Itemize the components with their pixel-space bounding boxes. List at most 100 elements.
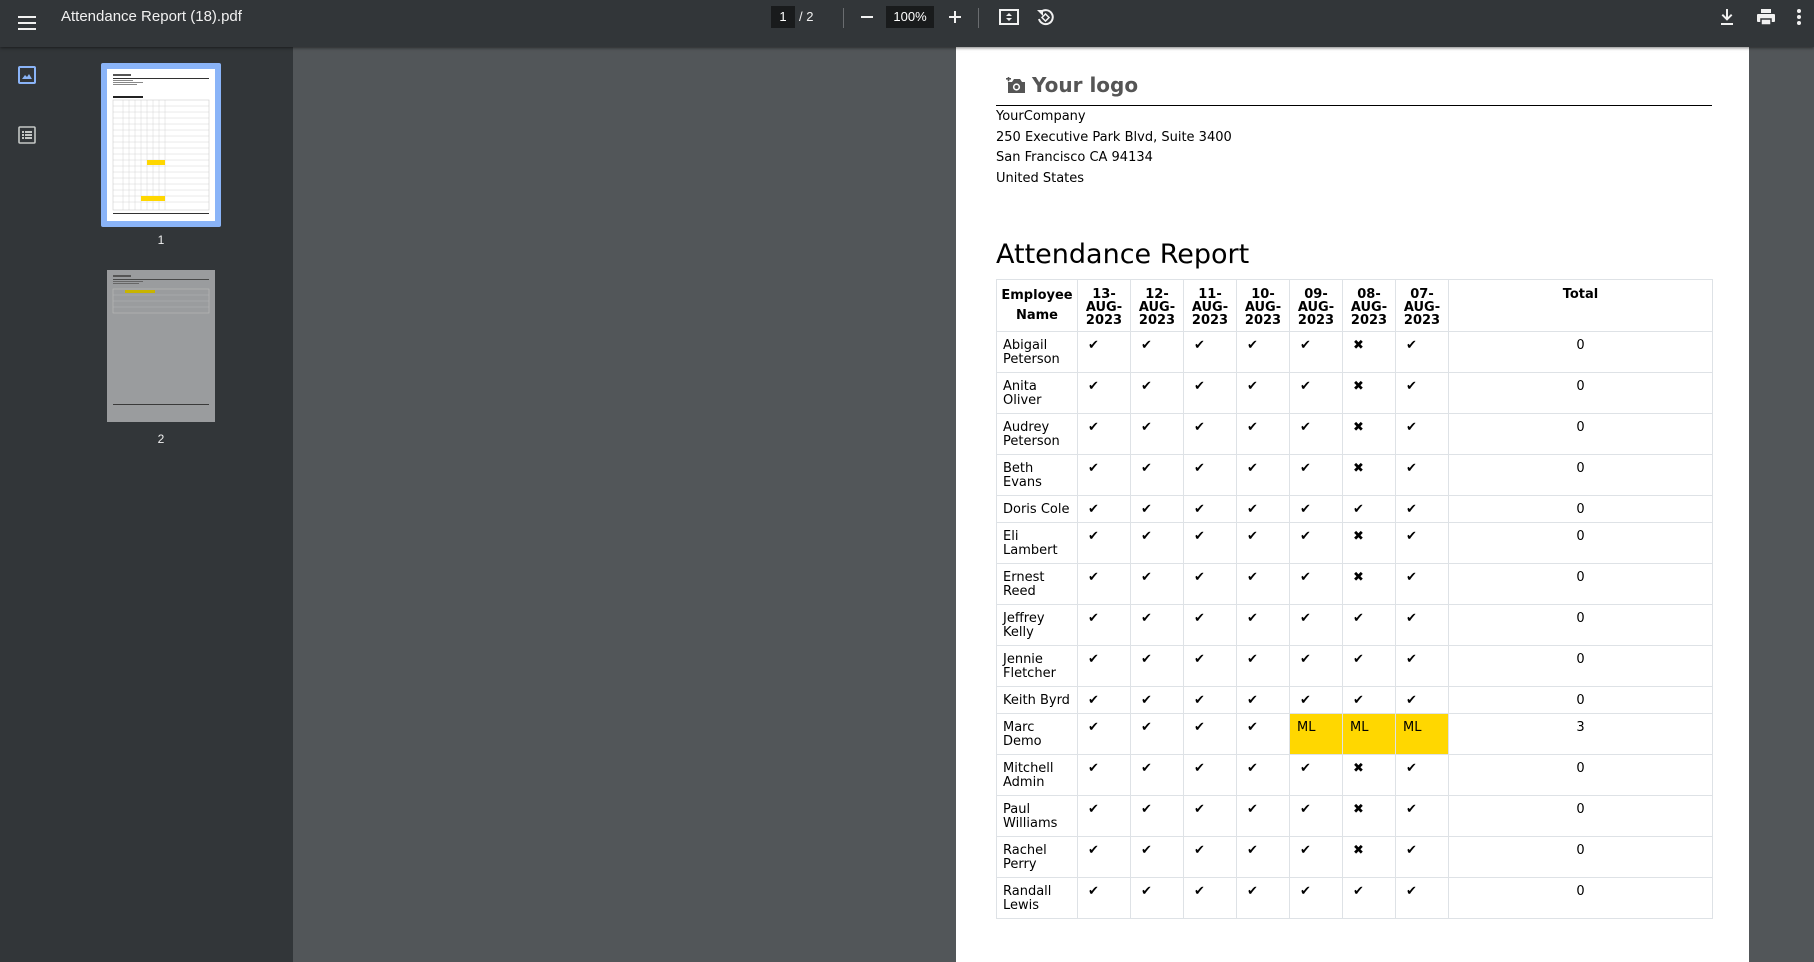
employee-name-cell: Mitchell Admin bbox=[996, 754, 1078, 796]
present-cell: ✔ bbox=[1236, 331, 1290, 373]
thumbnail-page-2[interactable] bbox=[107, 270, 215, 422]
table-row: Marc Demo ✔ ✔ ✔ ✔ ML ML ML 3 bbox=[996, 713, 1713, 755]
present-cell: ✔ bbox=[1183, 877, 1237, 919]
present-cell: ✔ bbox=[1236, 413, 1290, 455]
download-button[interactable] bbox=[1714, 4, 1740, 30]
table-row: Doris Cole ✔ ✔ ✔ ✔ ✔ ✔ ✔ 0 bbox=[996, 495, 1713, 523]
toolbar-divider bbox=[978, 8, 979, 28]
present-cell: ✔ bbox=[1395, 604, 1449, 646]
column-header-employee-name: Employee Name bbox=[996, 279, 1078, 332]
more-vertical-icon bbox=[1797, 9, 1801, 25]
total-cell: 0 bbox=[1448, 836, 1713, 878]
rotate-button[interactable] bbox=[1032, 4, 1058, 30]
document-viewer[interactable]: Your logo YourCompany 250 Executive Park… bbox=[293, 47, 1814, 962]
more-options-button[interactable] bbox=[1786, 4, 1812, 30]
present-cell: ✔ bbox=[1395, 413, 1449, 455]
report-title: Attendance Report bbox=[996, 239, 1250, 270]
present-cell: ✔ bbox=[1289, 331, 1343, 373]
total-cell: 0 bbox=[1448, 563, 1713, 605]
employee-name-line: Lewis bbox=[1003, 898, 1040, 913]
date-year: 2023 bbox=[1085, 313, 1123, 328]
employee-name-cell: Paul Williams bbox=[996, 795, 1078, 837]
zoom-in-button[interactable] bbox=[942, 4, 968, 30]
present-cell: ✔ bbox=[1183, 645, 1237, 687]
table-row: Jeffrey Kelly ✔ ✔ ✔ ✔ ✔ ✔ ✔ 0 bbox=[996, 604, 1713, 646]
employee-name-cell: Doris Cole bbox=[996, 495, 1078, 523]
thumbnail-page-1[interactable] bbox=[101, 63, 221, 227]
present-cell: ✔ bbox=[1183, 795, 1237, 837]
present-cell: ✔ bbox=[1395, 522, 1449, 564]
present-cell: ✔ bbox=[1183, 413, 1237, 455]
present-cell: ✔ bbox=[1289, 372, 1343, 414]
present-cell: ✔ bbox=[1077, 754, 1131, 796]
present-cell: ✔ bbox=[1077, 877, 1131, 919]
employee-name-line: Beth Evans bbox=[1003, 461, 1042, 490]
present-cell: ✔ bbox=[1236, 563, 1290, 605]
present-cell: ✔ bbox=[1077, 331, 1131, 373]
download-icon bbox=[1721, 9, 1733, 25]
zoom-out-button[interactable] bbox=[854, 4, 880, 30]
present-cell: ✔ bbox=[1130, 836, 1184, 878]
present-cell: ✔ bbox=[1289, 686, 1343, 714]
present-cell: ✔ bbox=[1236, 877, 1290, 919]
header-text: Name bbox=[1015, 308, 1058, 323]
employee-name-line: Paul bbox=[1003, 802, 1031, 817]
print-button[interactable] bbox=[1753, 4, 1779, 30]
present-cell: ✔ bbox=[1236, 836, 1290, 878]
absent-cell: ✖ bbox=[1342, 372, 1396, 414]
total-cell: 0 bbox=[1448, 686, 1713, 714]
present-cell: ✔ bbox=[1183, 686, 1237, 714]
employee-name-line: Ernest bbox=[1003, 570, 1045, 585]
thumbnail-view-icon[interactable] bbox=[17, 65, 39, 87]
present-cell: ✔ bbox=[1130, 754, 1184, 796]
date-year: 2023 bbox=[1244, 313, 1282, 328]
absent-cell: ✖ bbox=[1342, 754, 1396, 796]
present-cell: ✔ bbox=[1289, 645, 1343, 687]
table-row: Jennie Fletcher ✔ ✔ ✔ ✔ ✔ ✔ ✔ 0 bbox=[996, 645, 1713, 687]
employee-name-line: Admin bbox=[1003, 775, 1045, 790]
present-cell: ✔ bbox=[1183, 604, 1237, 646]
leave-cell: ML bbox=[1289, 713, 1343, 755]
present-cell: ✔ bbox=[1130, 877, 1184, 919]
present-cell: ✔ bbox=[1395, 331, 1449, 373]
total-cell: 0 bbox=[1448, 454, 1713, 496]
present-cell: ✔ bbox=[1130, 795, 1184, 837]
fit-to-page-button[interactable] bbox=[996, 4, 1022, 30]
employee-name-line: Kelly bbox=[1003, 625, 1034, 640]
employee-name-line: Audrey bbox=[1003, 420, 1050, 435]
menu-icon[interactable] bbox=[16, 12, 38, 34]
camera-icon bbox=[1006, 76, 1025, 93]
present-cell: ✔ bbox=[1130, 686, 1184, 714]
employee-name-line: Peterson bbox=[1003, 352, 1060, 367]
present-cell: ✔ bbox=[1077, 454, 1131, 496]
employee-name-line: Reed bbox=[1003, 584, 1036, 599]
column-header-date: 12- AUG- 2023 bbox=[1130, 279, 1184, 332]
present-cell: ✔ bbox=[1395, 686, 1449, 714]
present-cell: ✔ bbox=[1077, 372, 1131, 414]
employee-name-line: Mitchell bbox=[1003, 761, 1054, 776]
minus-icon bbox=[861, 16, 873, 18]
date-year: 2023 bbox=[1403, 313, 1441, 328]
employee-name-line: Anita bbox=[1003, 379, 1037, 394]
employee-name-line: Williams bbox=[1003, 816, 1058, 831]
present-cell: ✔ bbox=[1183, 454, 1237, 496]
present-cell: ✔ bbox=[1077, 713, 1131, 755]
present-cell: ✔ bbox=[1077, 495, 1131, 523]
table-row: Audrey Peterson ✔ ✔ ✔ ✔ ✔ ✖ ✔ 0 bbox=[996, 413, 1713, 455]
present-cell: ✔ bbox=[1183, 372, 1237, 414]
present-cell: ✔ bbox=[1236, 645, 1290, 687]
zoom-input[interactable]: 100% bbox=[886, 6, 934, 28]
present-cell: ✔ bbox=[1130, 495, 1184, 523]
present-cell: ✔ bbox=[1236, 754, 1290, 796]
total-cell: 3 bbox=[1448, 713, 1713, 755]
thumbnail-sidebar: 1 2 bbox=[0, 47, 293, 962]
present-cell: ✔ bbox=[1077, 686, 1131, 714]
document-outline-icon[interactable] bbox=[17, 125, 39, 147]
toolbar-divider bbox=[843, 8, 844, 28]
page-number-input[interactable]: 1 bbox=[771, 6, 795, 28]
employee-name-cell: Ernest Reed bbox=[996, 563, 1078, 605]
date-year: 2023 bbox=[1191, 313, 1229, 328]
present-cell: ✔ bbox=[1130, 645, 1184, 687]
present-cell: ✔ bbox=[1342, 645, 1396, 687]
table-row: Ernest Reed ✔ ✔ ✔ ✔ ✔ ✖ ✔ 0 bbox=[996, 563, 1713, 605]
